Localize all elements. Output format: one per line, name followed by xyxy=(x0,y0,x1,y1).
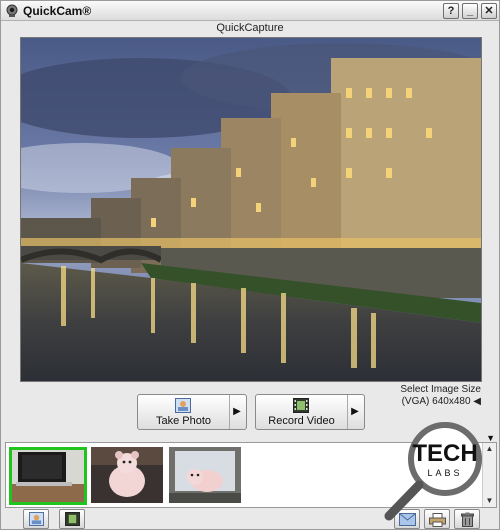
techlabs-magnifier-logo: TECH LABS xyxy=(384,422,482,521)
thumbnail-teddy-bear-2-image xyxy=(169,447,241,503)
webcam-icon xyxy=(6,4,18,17)
select-image-size-label[interactable]: Select Image Size xyxy=(400,384,481,396)
thumbnail-teddy-bear[interactable] xyxy=(91,447,163,503)
camera-preview xyxy=(20,37,482,382)
video-gallery-filter-button[interactable] xyxy=(59,509,85,529)
record-video-options-arrow[interactable]: ▶ xyxy=(346,395,364,429)
take-photo-options-arrow[interactable]: ▶ xyxy=(228,395,246,429)
help-button[interactable]: ? xyxy=(443,3,459,19)
photo-icon xyxy=(29,512,44,526)
panel-title: QuickCapture xyxy=(216,22,284,34)
preview-image xyxy=(21,38,481,381)
film-icon xyxy=(65,512,80,526)
techlabs-logo-text: TECH xyxy=(412,440,477,467)
photo-gallery-filter-button[interactable] xyxy=(23,509,49,529)
take-photo-button[interactable]: Take Photo ▶ xyxy=(137,394,247,430)
record-video-main[interactable]: Record Video xyxy=(256,395,348,429)
record-video-button[interactable]: Record Video ▶ xyxy=(255,394,365,430)
techlabs-logo-subtext: LABS xyxy=(427,468,462,478)
thumbnail-teddy-bear-2[interactable] xyxy=(169,447,241,503)
title-bar[interactable]: QuickCam® ? _ ✕ xyxy=(1,1,499,21)
quickcam-window: QuickCam® ? _ ✕ QuickCapture Select Imag… xyxy=(0,0,500,530)
film-icon xyxy=(293,398,309,413)
close-button[interactable]: ✕ xyxy=(481,3,497,19)
thumbnail-laptop[interactable] xyxy=(9,447,87,505)
minimize-button[interactable]: _ xyxy=(462,3,478,19)
thumbnail-teddy-bear-image xyxy=(91,447,163,503)
window-title: QuickCam® xyxy=(23,4,92,18)
record-video-label: Record Video xyxy=(268,415,335,427)
photo-icon xyxy=(175,398,191,413)
image-size-selector[interactable]: (VGA) 640x480 ◀ xyxy=(402,396,481,408)
take-photo-main[interactable]: Take Photo xyxy=(138,395,230,429)
thumbnail-laptop-image xyxy=(12,450,84,502)
take-photo-label: Take Photo xyxy=(155,415,212,427)
